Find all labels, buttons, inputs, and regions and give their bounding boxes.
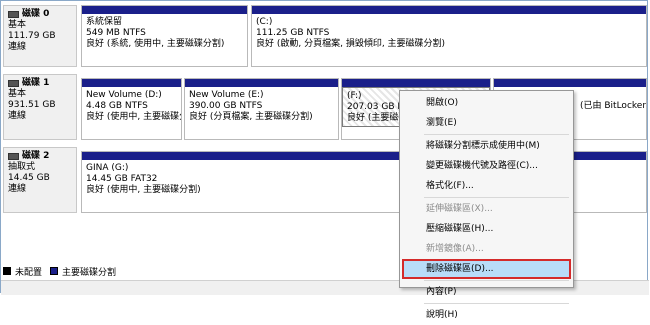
partition-type-bar (82, 6, 247, 14)
menu-item-add-mirror[interactable]: 新增鏡像(A)... (402, 239, 571, 259)
disk-name: 磁碟 2 (22, 151, 50, 161)
disk-icon (8, 153, 19, 160)
partition-title: New Volume (E:) (189, 90, 264, 100)
partition-status: 良好 (啟動, 分頁檔案, 損毀傾印, 主要磁碟分割) (256, 39, 446, 49)
partition-title: 系統保留 (86, 17, 123, 27)
disk-1-label[interactable]: 磁碟 1 基本 931.51 GB 連線 (3, 74, 77, 140)
partition-c[interactable]: (C:) 111.25 GB NTFS 良好 (啟動, 分頁檔案, 損毀傾印, … (251, 5, 647, 67)
partition-title: (C:) (256, 17, 273, 27)
menu-item-format[interactable]: 格式化(F)... (402, 176, 571, 196)
menu-item-delete-volume[interactable]: 刪除磁碟區(D)... (402, 259, 571, 279)
menu-item-change-drive-letter[interactable]: 變更磁碟機代號及路徑(C)... (402, 156, 571, 176)
menu-item-mark-active[interactable]: 將磁碟分割標示成使用中(M) (402, 136, 571, 156)
disk-type: 基本 (8, 89, 27, 99)
menu-separator (424, 303, 569, 304)
partition-status: (已由 BitLocker (580, 101, 647, 111)
disk-status: 連線 (8, 184, 27, 194)
menu-item-help[interactable]: 說明(H) (402, 305, 571, 325)
partition-size: 4.48 GB NTFS (86, 101, 148, 111)
disk-name: 磁碟 1 (22, 78, 50, 88)
context-menu: 開啟(O) 瀏覽(E) 將磁碟分割標示成使用中(M) 變更磁碟機代號及路徑(C)… (399, 90, 574, 320)
menu-separator (424, 280, 569, 281)
partition-system-reserved[interactable]: 系統保留 549 MB NTFS 良好 (系統, 使用中, 主要磁碟分割) (81, 5, 248, 67)
partition-d[interactable]: New Volume (D:) 4.48 GB NTFS 良好 (使用中, 主要… (81, 78, 182, 140)
menu-separator (424, 134, 569, 135)
disk-icon (8, 80, 19, 87)
disk-icon (8, 11, 19, 18)
disk-status: 連線 (8, 111, 27, 121)
partition-size: 111.25 GB NTFS (256, 28, 330, 38)
partition-type-bar (252, 6, 646, 14)
disk-0-label[interactable]: 磁碟 0 基本 111.79 GB 連線 (3, 5, 77, 67)
legend: 未配置 主要磁碟分割 (3, 265, 117, 278)
partition-title: New Volume (D:) (86, 90, 162, 100)
menu-item-open[interactable]: 開啟(O) (402, 93, 571, 113)
legend-unallocated: 未配置 (15, 267, 43, 278)
disk-size: 14.45 GB (8, 173, 50, 183)
disk-type: 抽取式 (8, 162, 36, 172)
partition-status: 良好 (分頁檔案, 主要磁碟分割) (189, 112, 313, 122)
partition-type-bar (342, 79, 490, 87)
menu-item-properties[interactable]: 內容(P) (402, 282, 571, 302)
partition-status: 良好 (系統, 使用中, 主要磁碟分割) (86, 39, 225, 49)
partition-type-bar (494, 79, 646, 87)
unallocated-swatch (3, 267, 11, 275)
legend-primary: 主要磁碟分割 (62, 267, 117, 278)
disk-status: 連線 (8, 42, 27, 52)
partition-size: 549 MB NTFS (86, 28, 146, 38)
disk-2-label[interactable]: 磁碟 2 抽取式 14.45 GB 連線 (3, 147, 77, 213)
disk-name: 磁碟 0 (22, 9, 50, 19)
partition-size: 390.00 GB NTFS (189, 101, 263, 111)
partition-type-bar (185, 79, 338, 87)
menu-separator (424, 197, 569, 198)
disk-type: 基本 (8, 20, 27, 30)
primary-swatch (50, 267, 59, 275)
disk-size: 111.79 GB (8, 31, 56, 41)
menu-item-extend-volume[interactable]: 延伸磁碟區(X)... (402, 199, 571, 219)
partition-type-bar (82, 79, 181, 87)
partition-status: 良好 (使用中, 主要磁碟分割) (86, 112, 181, 122)
menu-item-shrink-volume[interactable]: 壓縮磁碟區(H)... (402, 219, 571, 239)
partition-e[interactable]: New Volume (E:) 390.00 GB NTFS 良好 (分頁檔案,… (184, 78, 339, 140)
menu-item-explore[interactable]: 瀏覽(E) (402, 113, 571, 133)
disk-size: 931.51 GB (8, 100, 56, 110)
